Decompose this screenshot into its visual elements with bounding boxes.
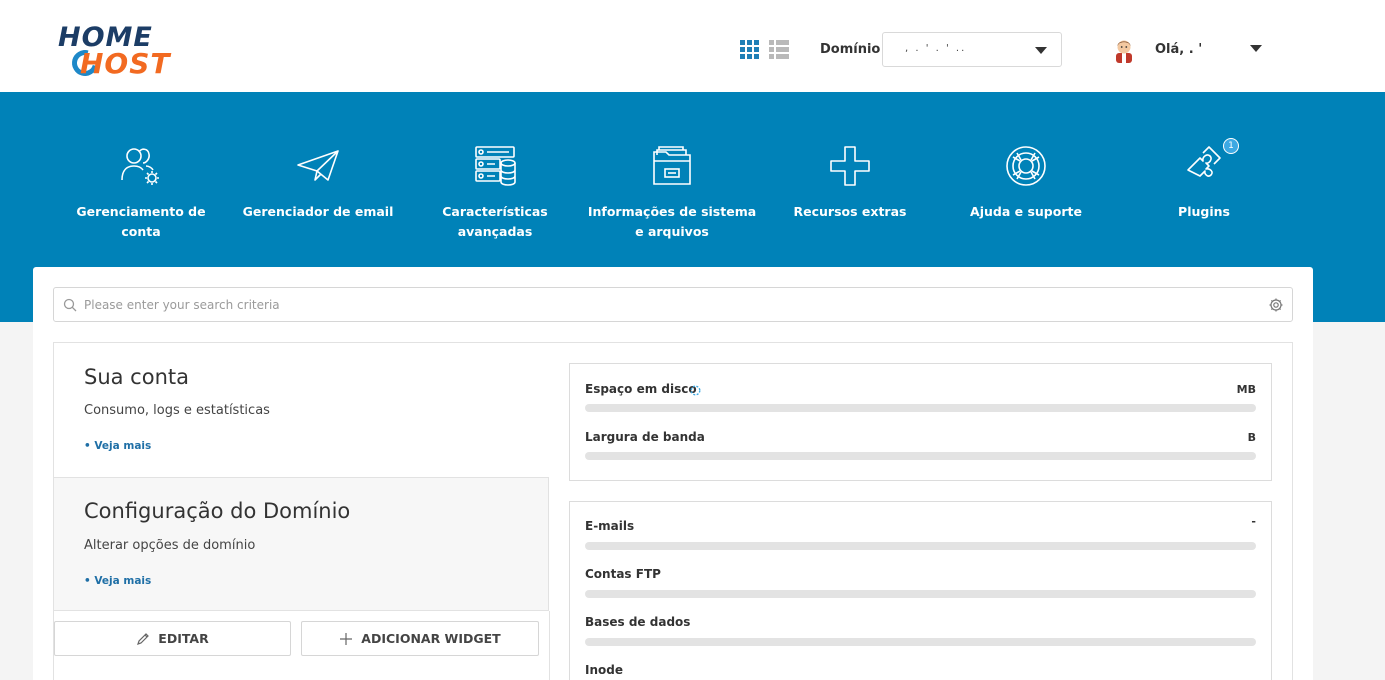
nav-item-label: Plugins xyxy=(1178,204,1230,219)
lifebuoy-icon xyxy=(1006,146,1046,186)
paper-plane-icon xyxy=(297,150,339,181)
emails-value: - xyxy=(1251,515,1256,528)
plugins-count-badge: 1 xyxy=(1223,138,1239,154)
avatar[interactable] xyxy=(1113,37,1135,63)
gear-icon[interactable] xyxy=(1269,298,1283,312)
nav-item-label: Recursos extras xyxy=(793,204,907,219)
nav-item-plugins[interactable]: 1 Plugins xyxy=(1119,138,1289,222)
domain-select-value: , . ' . ' .. xyxy=(905,43,967,54)
domain-card-title: Configuração do Domínio xyxy=(84,499,351,523)
bandwidth-progress-bar xyxy=(585,452,1256,460)
account-counts-widget: E-mails - Contas FTP Bases de dados Inod… xyxy=(569,501,1272,680)
nav-item-label: Ajuda e suporte xyxy=(970,204,1082,219)
bandwidth-label: Largura de banda xyxy=(585,430,705,444)
folder-files-icon xyxy=(653,146,691,185)
disk-space-progress-bar xyxy=(585,404,1256,412)
main-content: Sua conta Consumo, logs e estatísticas •… xyxy=(33,267,1313,680)
account-see-more-link[interactable]: • Veja mais xyxy=(84,440,151,452)
list-view-icon[interactable] xyxy=(769,40,789,59)
ftp-accounts-label: Contas FTP xyxy=(585,567,661,581)
emails-label: E-mails xyxy=(585,519,635,533)
resource-usage-widget: Espaço em disco MB Largura de banda B xyxy=(569,363,1272,481)
domain-config-card[interactable]: Configuração do Domínio Alterar opções d… xyxy=(54,477,549,611)
homehost-logo[interactable]: HOME HOST xyxy=(58,22,228,81)
column-divider xyxy=(549,611,550,680)
disk-space-label: Espaço em disco xyxy=(585,382,697,396)
plus-icon xyxy=(830,146,870,186)
nav-item-account-management[interactable]: Gerenciamento de conta xyxy=(56,144,226,242)
domain-card-subtitle: Alterar opções de domínio xyxy=(84,538,256,553)
nav-item-advanced-features[interactable]: Características avançadas xyxy=(410,144,580,242)
greeting-text: Olá, xyxy=(1155,42,1185,57)
databases-progress-bar xyxy=(585,638,1256,646)
edit-button[interactable]: EDITAR xyxy=(54,621,291,656)
loading-spinner-icon xyxy=(690,385,701,396)
add-widget-button-label: ADICIONAR WIDGET xyxy=(361,631,501,646)
disk-space-unit: MB xyxy=(1236,383,1256,396)
search-bar xyxy=(53,287,1293,322)
user-greeting: Olá, . ' xyxy=(1155,42,1202,57)
users-gear-icon xyxy=(121,148,159,185)
account-card[interactable]: Sua conta Consumo, logs e estatísticas •… xyxy=(54,343,549,478)
dashboard-panel: Sua conta Consumo, logs e estatísticas •… xyxy=(53,342,1293,680)
top-header: HOME HOST Domínio , . ' . ' .. Olá, . ' xyxy=(0,0,1385,92)
ftp-accounts-progress-bar xyxy=(585,590,1256,598)
server-database-icon xyxy=(475,146,516,186)
edit-button-label: EDITAR xyxy=(158,631,209,646)
add-widget-button[interactable]: ADICIONAR WIDGET xyxy=(301,621,539,656)
nav-item-label: Características avançadas xyxy=(442,204,548,239)
inode-label: Inode xyxy=(585,663,623,677)
nav-item-label: Informações de sistema e arquivos xyxy=(587,204,757,239)
nav-item-label: Gerenciador de email xyxy=(242,204,394,219)
domain-select[interactable]: , . ' . ' .. xyxy=(882,32,1062,67)
nav-item-label: Gerenciamento de conta xyxy=(76,204,206,239)
puzzle-icon xyxy=(1187,146,1221,177)
bandwidth-unit: B xyxy=(1247,431,1256,444)
account-card-title: Sua conta xyxy=(84,365,189,389)
search-icon xyxy=(63,298,77,312)
nav-item-extra-resources[interactable]: Recursos extras xyxy=(765,144,935,222)
pencil-icon xyxy=(137,632,150,645)
chevron-down-icon xyxy=(1035,47,1047,54)
nav-item-system-files[interactable]: Informações de sistema e arquivos xyxy=(587,144,757,242)
search-input[interactable] xyxy=(84,288,1254,321)
nav-item-help-support[interactable]: Ajuda e suporte xyxy=(941,144,1111,222)
account-card-subtitle: Consumo, logs e estatísticas xyxy=(84,403,270,418)
user-name: . ' xyxy=(1188,42,1203,57)
nav-item-email-manager[interactable]: Gerenciador de email xyxy=(233,144,403,222)
grid-view-icon[interactable] xyxy=(740,40,759,59)
domain-see-more-link[interactable]: • Veja mais xyxy=(84,575,151,587)
logo-text-host: HOST xyxy=(80,47,171,80)
domain-label: Domínio xyxy=(820,42,881,57)
user-menu-chevron-icon[interactable] xyxy=(1250,45,1262,52)
add-icon xyxy=(340,632,353,645)
databases-label: Bases de dados xyxy=(585,615,691,629)
emails-progress-bar xyxy=(585,542,1256,550)
disk-space-label-text: Espaço em disco xyxy=(585,382,697,396)
